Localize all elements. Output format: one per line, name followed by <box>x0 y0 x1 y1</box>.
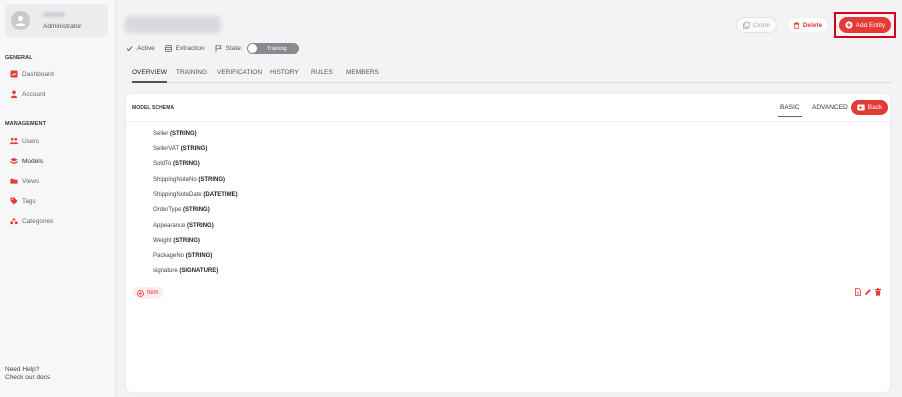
schema-field: Seller (STRING) <box>153 131 197 137</box>
models-icon <box>10 157 18 165</box>
back-button[interactable]: Back <box>851 100 888 115</box>
status-extraction: Extraction <box>164 45 205 52</box>
sidebar-item-dashboard[interactable]: Dashboard <box>10 68 110 80</box>
tab-training[interactable]: TRAINING <box>176 69 207 76</box>
tab-bar: OVERVIEW TRAINING VERIFICATION HISTORY R… <box>126 64 892 83</box>
help-section: Need Help? Check our docs <box>5 366 50 382</box>
schema-field: SoldTo (STRING) <box>153 161 200 167</box>
sidebar-item-label: Account <box>22 90 46 98</box>
schema-field: ShippingNoteNo (STRING) <box>153 177 226 183</box>
mode-advanced-tab[interactable]: ADVANCED <box>812 104 848 111</box>
docs-link[interactable]: Check our docs <box>5 374 50 382</box>
edit-icon[interactable] <box>864 288 872 296</box>
tab-members[interactable]: MEMBERS <box>346 69 379 76</box>
user-card[interactable]: Administrator <box>5 4 108 37</box>
delete-label: Delete <box>802 21 823 29</box>
schema-field: OrderType (STRING) <box>153 207 210 213</box>
sidebar-item-models[interactable]: Models <box>10 155 110 167</box>
sidebar-item-categories[interactable]: Categories <box>10 215 110 227</box>
tab-rules[interactable]: RULES <box>311 69 333 76</box>
user-name-redacted <box>43 12 65 17</box>
user-icon <box>15 15 26 26</box>
sidebar-item-label: Tags <box>22 197 36 205</box>
back-label: Back <box>867 104 883 111</box>
plus-circle-icon <box>137 289 144 297</box>
state-value: Training <box>266 45 287 52</box>
sidebar: Administrator GENERAL Dashboard Account … <box>0 0 116 397</box>
folder-icon <box>10 177 18 185</box>
tab-overview[interactable]: OVERVIEW <box>132 69 167 83</box>
sidebar-item-users[interactable]: Users <box>10 135 110 147</box>
schema-field: SellerVAT (STRING) <box>153 146 208 152</box>
clone-button[interactable]: Clone <box>736 17 777 33</box>
row-actions <box>854 288 882 296</box>
status-row: Active Extraction State: Training <box>126 43 309 54</box>
copy-icon <box>743 21 750 29</box>
sidebar-item-label: Categories <box>22 217 54 225</box>
schema-field: Weight (STRING) <box>153 238 200 244</box>
schema-field: PackageNo (STRING) <box>153 253 213 259</box>
dashboard-icon <box>10 70 18 78</box>
state-toggle[interactable]: Training <box>246 43 299 54</box>
account-icon <box>10 90 18 98</box>
check-icon <box>126 46 133 52</box>
back-icon <box>857 104 865 111</box>
users-icon <box>10 137 18 145</box>
model-schema-card: MODEL SCHEMA BASIC ADVANCED Back Seller … <box>126 94 890 392</box>
flag-icon <box>215 45 222 52</box>
general-section-title: GENERAL <box>5 55 33 61</box>
sidebar-item-label: Users <box>22 137 39 145</box>
schema-field: Appearance (STRING) <box>153 223 214 229</box>
sidebar-item-label: Dashboard <box>22 70 54 78</box>
trash-icon <box>793 21 799 29</box>
sidebar-item-label: Models <box>22 157 43 165</box>
clone-label: Clone <box>753 21 770 29</box>
sidebar-item-tags[interactable]: Tags <box>10 195 110 207</box>
card-header: MODEL SCHEMA BASIC ADVANCED Back <box>126 94 890 122</box>
management-section-title: MANAGEMENT <box>5 121 47 127</box>
status-active-label: Active <box>137 45 155 52</box>
card-title: MODEL SCHEMA <box>132 105 175 111</box>
schema-field: signature (SIGNATURE) <box>153 268 219 274</box>
trash-icon[interactable] <box>874 288 882 296</box>
categories-icon <box>10 217 18 225</box>
avatar <box>11 11 30 30</box>
sidebar-item-label: Views <box>22 177 40 185</box>
add-item-label: Item <box>147 290 159 296</box>
toggle-knob <box>247 44 257 53</box>
delete-button[interactable]: Delete <box>787 17 828 33</box>
page-title-redacted <box>125 16 221 33</box>
state-label: State: <box>225 45 243 52</box>
user-role: Administrator <box>43 23 82 30</box>
tab-history[interactable]: HISTORY <box>270 69 299 76</box>
status-extraction-label: Extraction <box>175 45 205 52</box>
state-control: State: Training <box>215 43 299 54</box>
status-active: Active <box>126 45 155 52</box>
schema-field: ShippingNoteDate (DATETIME) <box>153 192 238 198</box>
tag-icon <box>10 197 18 205</box>
highlight-box <box>834 12 896 38</box>
sidebar-item-account[interactable]: Account <box>10 88 110 100</box>
help-title: Need Help? <box>5 366 40 373</box>
add-item-button[interactable]: Item <box>133 287 163 299</box>
file-icon[interactable] <box>854 288 862 296</box>
sidebar-item-views[interactable]: Views <box>10 175 110 187</box>
mode-basic-tab[interactable]: BASIC <box>778 104 801 117</box>
database-icon <box>164 45 172 52</box>
tab-verification[interactable]: VERIFICATION <box>217 69 262 76</box>
